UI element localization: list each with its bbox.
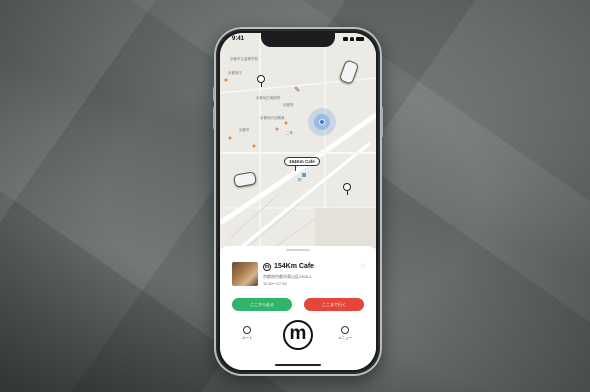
go-to-here-button[interactable]: ここまで行く <box>304 298 364 311</box>
map-label: 京都地方裁判所 <box>256 96 281 100</box>
status-time: 9:41 <box>232 36 245 42</box>
place-thumbnail[interactable] <box>232 262 258 286</box>
tab-route[interactable]: ルート <box>242 326 253 341</box>
phone-frame: 9:41 京都市立高等学校 京都府庁 京都地方裁判所 京都地方法務局 京都府 京… <box>213 27 383 376</box>
place-name: 154Km Cafe <box>274 263 315 270</box>
phone-side-button <box>213 87 215 101</box>
status-icons <box>343 37 364 41</box>
map-label: 京都地方法務局 <box>260 116 285 120</box>
phone-side-button <box>381 107 383 137</box>
map-label: 京都府 <box>283 103 294 107</box>
map-pin-icon[interactable] <box>257 75 265 87</box>
place-sheet: m 154Km Cafe ☆ 京都府京都市東山区2305-4 11:30〜17:… <box>220 246 376 370</box>
phone-screen: 9:41 京都市立高等学校 京都府庁 京都地方裁判所 京都地方法務局 京都府 京… <box>220 33 376 370</box>
map-pin-icon[interactable] <box>343 183 351 195</box>
place-logo-icon: m <box>263 263 271 271</box>
wifi-icon <box>350 37 354 41</box>
menu-icon <box>341 326 349 334</box>
phone-side-button <box>213 107 215 129</box>
tab-menu-label: メニュー <box>338 336 352 340</box>
tab-menu[interactable]: メニュー <box>338 326 352 341</box>
start-from-here-button[interactable]: ここから走る <box>232 298 292 311</box>
place-address: 京都府京都市東山区2305-4 <box>263 274 312 279</box>
sheet-handle[interactable] <box>286 249 310 251</box>
map-label: 二条 <box>286 131 293 135</box>
map-label: 京都市立高等学校 <box>230 57 258 61</box>
map-view[interactable]: 京都市立高等学校 京都府庁 京都地方裁判所 京都地方法務局 京都府 京都市 二条… <box>220 33 376 248</box>
home-indicator[interactable] <box>275 364 321 366</box>
callout-pointer <box>295 165 296 171</box>
route-icon <box>243 326 252 334</box>
map-label: 京都府庁 <box>228 71 242 75</box>
battery-icon <box>356 37 364 41</box>
map-label: 京都市 <box>239 128 250 132</box>
tab-route-label: ルート <box>242 336 253 340</box>
station-label: 駅 <box>298 178 302 182</box>
notch <box>261 33 335 47</box>
place-callout[interactable]: 154Km Cafe <box>284 157 320 166</box>
star-icon[interactable]: ☆ <box>360 262 366 270</box>
signal-icon <box>343 37 348 41</box>
place-hours: 11:30〜17:30 <box>263 281 287 286</box>
main-logo-button[interactable]: m <box>283 320 313 350</box>
